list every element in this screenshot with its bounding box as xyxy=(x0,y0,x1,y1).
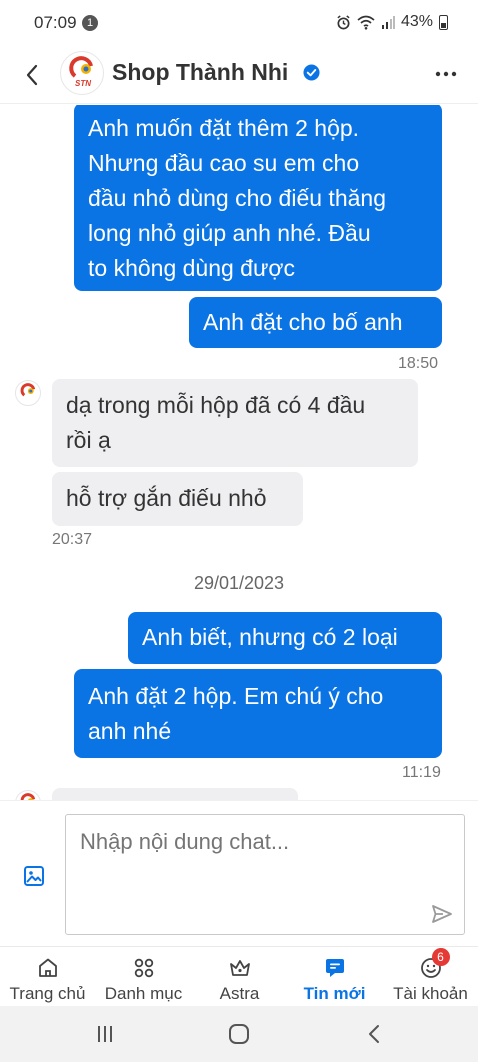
shop-logo-icon xyxy=(20,793,36,800)
signal-icon xyxy=(381,16,395,29)
message-time: 11:19 xyxy=(402,764,441,781)
message-time: 18:50 xyxy=(398,355,439,372)
grid-icon xyxy=(134,958,153,978)
nav-messages-label: Tin mới xyxy=(303,984,366,1003)
chevron-left-icon xyxy=(26,64,38,86)
shop-avatar[interactable]: STN xyxy=(60,51,104,95)
system-navigation-bar xyxy=(0,1006,478,1062)
svg-text:STN: STN xyxy=(75,79,91,88)
status-icons: 43% xyxy=(336,13,448,31)
alarm-icon xyxy=(337,14,350,29)
account-icon-wrap: 6 xyxy=(419,948,450,980)
nav-categories[interactable]: Danh mục xyxy=(96,947,191,1007)
status-time: 07:09 xyxy=(34,13,77,32)
shop-name[interactable]: Shop Thành Nhi xyxy=(112,59,288,86)
shop-logo-icon: STN xyxy=(69,56,97,88)
home-circle-icon xyxy=(229,1024,249,1044)
message-time: 20:37 xyxy=(52,531,93,548)
bottom-navigation: Trang chủ Danh mục Astra Tin mới 6 Tài k… xyxy=(0,946,478,1006)
shop-avatar-small xyxy=(15,380,41,406)
incoming-message[interactable]: dạ trong mỗi hộp đã có 4 đầu rồi ạ xyxy=(52,379,418,467)
incoming-message-partial[interactable] xyxy=(52,788,298,800)
shop-logo-icon xyxy=(20,383,36,397)
nav-astra[interactable]: Astra xyxy=(192,947,287,1007)
back-arrow-icon xyxy=(369,1025,379,1043)
nav-categories-label: Danh mục xyxy=(104,984,183,1003)
more-dots-icon xyxy=(435,71,457,77)
status-bar: 07:09 1 43% xyxy=(0,0,478,46)
nav-account[interactable]: 6 Tài khoản xyxy=(383,947,478,1007)
chat-messages[interactable]: Anh muốn đặt thêm 2 hộp. Nhưng đầu cao s… xyxy=(0,105,478,800)
outgoing-message[interactable]: Anh đặt 2 hộp. Em chú ý cho anh nhé xyxy=(74,669,442,758)
more-options-button[interactable] xyxy=(432,60,460,88)
chat-icon xyxy=(325,959,344,977)
battery-percent: 43% xyxy=(400,13,433,30)
image-attach-icon[interactable] xyxy=(22,864,46,888)
send-icon[interactable] xyxy=(430,902,454,926)
back-button[interactable] xyxy=(18,60,46,90)
nav-messages[interactable]: Tin mới xyxy=(287,947,382,1007)
nav-astra-label: Astra xyxy=(219,984,260,1003)
recent-apps-button[interactable] xyxy=(91,1020,119,1048)
date-separator: 29/01/2023 xyxy=(193,573,285,593)
nav-home[interactable]: Trang chủ xyxy=(0,947,95,1007)
verified-icon xyxy=(303,64,320,81)
chat-header: STN Shop Thành Nhi xyxy=(0,46,478,104)
nav-account-label: Tài khoản xyxy=(393,984,468,1003)
outgoing-message[interactable]: Anh đặt cho bố anh xyxy=(189,297,442,348)
wifi-icon xyxy=(357,15,375,30)
notification-count-badge: 1 xyxy=(82,15,98,31)
nav-home-label: Trang chủ xyxy=(9,984,86,1003)
shop-avatar-small xyxy=(15,790,41,800)
outgoing-message[interactable]: Anh biết, nhưng có 2 loại xyxy=(128,612,442,664)
home-system-button[interactable] xyxy=(225,1020,253,1048)
outgoing-message[interactable]: Anh muốn đặt thêm 2 hộp. Nhưng đầu cao s… xyxy=(74,105,442,291)
incoming-message[interactable]: hỗ trợ gắn điếu nhỏ xyxy=(52,472,303,526)
chat-input[interactable] xyxy=(65,814,465,935)
account-badge: 6 xyxy=(431,948,450,966)
system-back-button[interactable] xyxy=(360,1020,388,1048)
crown-icon xyxy=(229,960,250,976)
home-icon xyxy=(38,958,57,977)
recent-apps-icon xyxy=(98,1026,112,1042)
message-composer xyxy=(0,800,478,946)
battery-icon xyxy=(439,14,448,30)
